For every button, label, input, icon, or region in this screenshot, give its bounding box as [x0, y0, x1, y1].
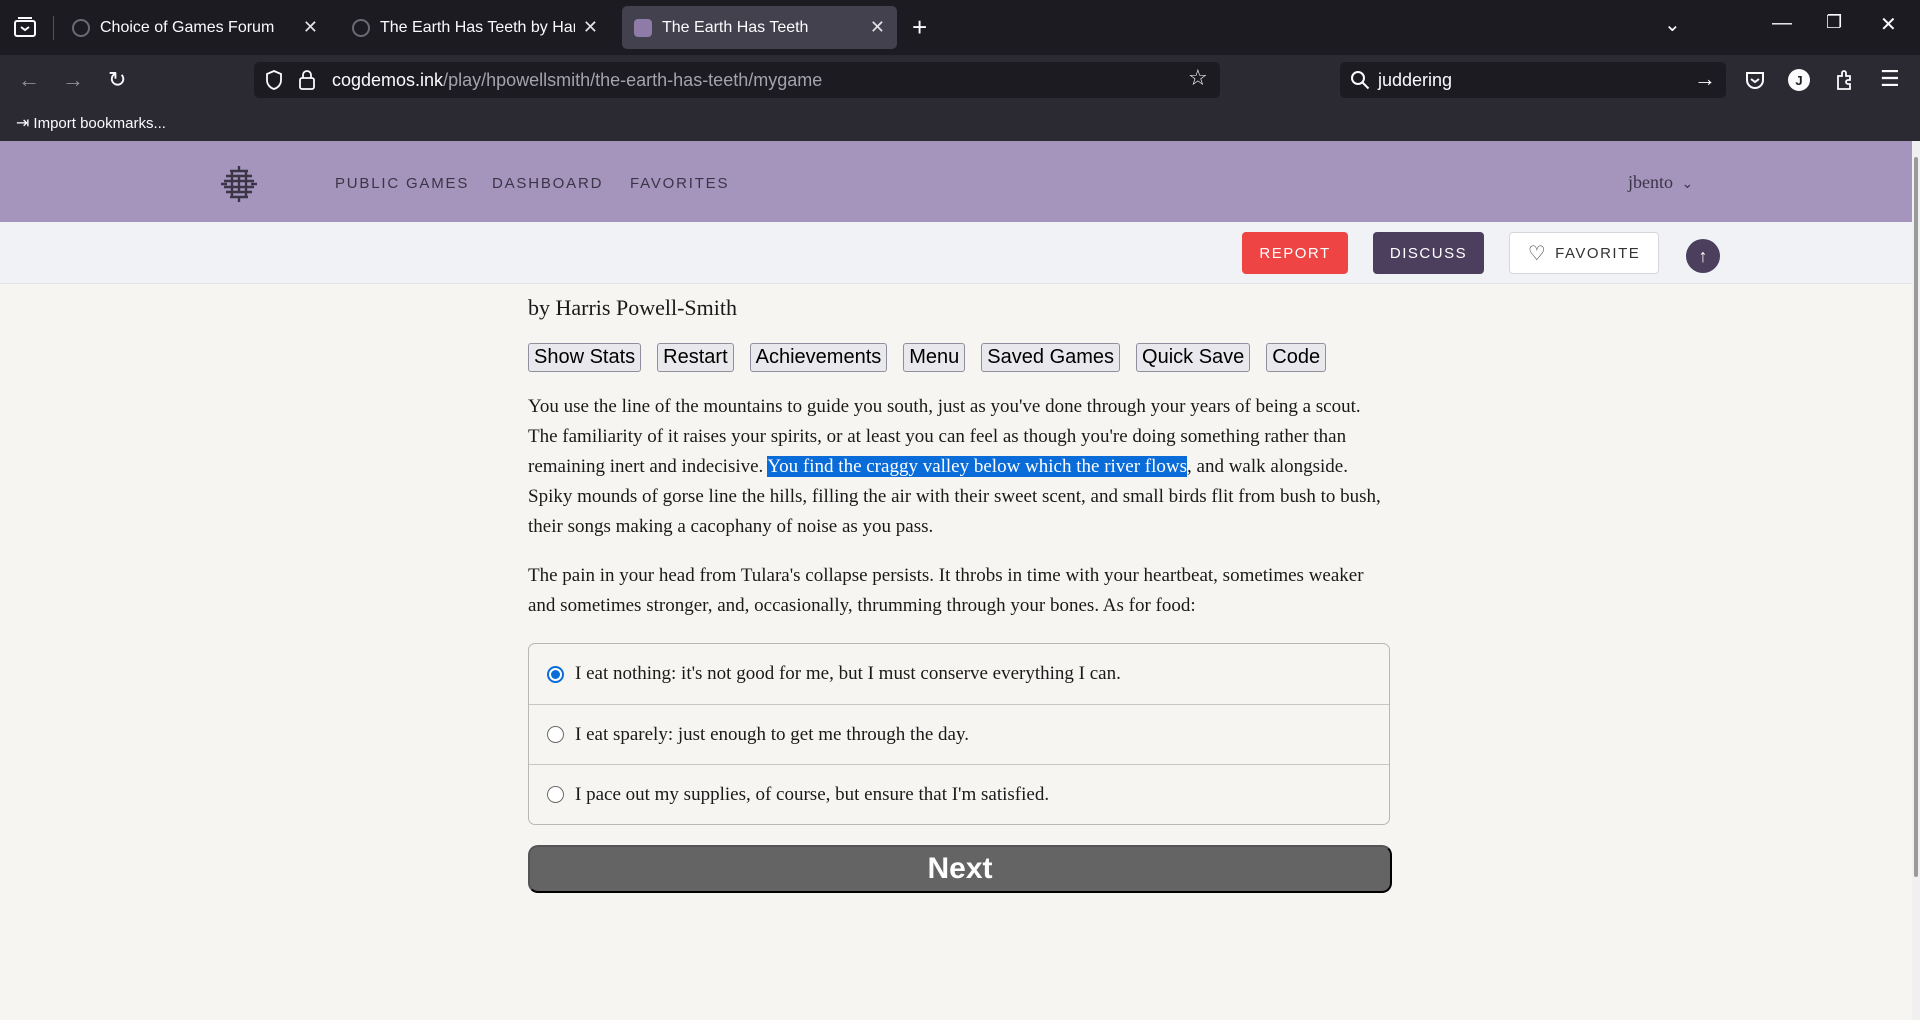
- tab-title: The Earth Has Teeth by Harris Powell-Smi…: [380, 18, 575, 36]
- arrow-up-icon: ↑: [1698, 245, 1708, 266]
- extensions-puzzle-icon[interactable]: [1834, 68, 1856, 92]
- choice-option-eat-nothing[interactable]: I eat nothing: it's not good for me, but…: [529, 644, 1389, 704]
- restart-button[interactable]: Restart: [657, 343, 734, 372]
- achievements-button[interactable]: Achievements: [749, 343, 888, 372]
- heart-icon: ♡: [1527, 242, 1548, 265]
- new-tab-icon[interactable]: +: [912, 12, 927, 43]
- close-tab-icon[interactable]: ✕: [583, 17, 598, 38]
- tab-title: Choice of Games Forum: [100, 18, 275, 36]
- pocket-icon[interactable]: [1744, 69, 1766, 91]
- tab-title: The Earth Has Teeth: [662, 18, 809, 36]
- tab-earth-has-teeth-game[interactable]: The Earth Has Teeth ✕: [622, 6, 897, 49]
- tab-choice-of-games-forum[interactable]: Choice of Games Forum ✕: [60, 6, 330, 49]
- hamburger-menu-icon[interactable]: ☰: [1880, 66, 1900, 92]
- chevron-down-icon[interactable]: ⌄: [1664, 12, 1681, 37]
- url-text: cogdemos.ink/play/hpowellsmith/the-earth…: [332, 69, 823, 90]
- chevron-down-icon: ⌄: [1681, 177, 1694, 192]
- account-avatar-icon[interactable]: J: [1788, 69, 1810, 91]
- forum-favicon-icon: [72, 18, 90, 37]
- nav-favorites[interactable]: FAVORITES: [630, 175, 729, 192]
- choice-list: I eat nothing: it's not good for me, but…: [528, 643, 1390, 825]
- quick-save-button[interactable]: Quick Save: [1136, 343, 1251, 372]
- game-toolbar: Show Stats Restart Achievements Menu Sav…: [528, 343, 1390, 372]
- url-bar[interactable]: cogdemos.ink/play/hpowellsmith/the-earth…: [254, 62, 1220, 98]
- choice-option-eat-sparely[interactable]: I eat sparely: just enough to get me thr…: [529, 704, 1389, 764]
- window-close-icon[interactable]: ✕: [1880, 12, 1897, 37]
- lock-icon[interactable]: [298, 69, 316, 91]
- shield-icon[interactable]: [264, 69, 284, 91]
- show-stats-button[interactable]: Show Stats: [528, 343, 642, 372]
- tab-bar: Choice of Games Forum ✕ The Earth Has Te…: [0, 0, 1920, 55]
- import-icon: ⇥: [16, 115, 30, 132]
- restore-icon[interactable]: ❐: [1826, 12, 1842, 33]
- author-byline: by Harris Powell-Smith: [528, 295, 737, 320]
- tab-earth-has-teeth-info[interactable]: The Earth Has Teeth by Harris Powell-Smi…: [340, 6, 610, 49]
- search-input[interactable]: juddering: [1378, 70, 1452, 91]
- close-tab-icon[interactable]: ✕: [303, 17, 318, 38]
- search-icon: [1351, 71, 1370, 90]
- report-button[interactable]: REPORT: [1242, 232, 1348, 274]
- choice-option-pace-supplies[interactable]: I pace out my supplies, of course, but e…: [529, 764, 1389, 824]
- code-button[interactable]: Code: [1266, 343, 1327, 372]
- back-arrow-icon[interactable]: ←: [18, 67, 40, 93]
- radio-button[interactable]: [547, 786, 564, 803]
- tab-list-icon[interactable]: [12, 14, 38, 40]
- forum-favicon-icon: [352, 18, 370, 37]
- import-bookmarks-link[interactable]: ⇥ Import bookmarks...: [16, 113, 166, 133]
- game-content: by Harris Powell-Smith Show Stats Restar…: [528, 295, 1392, 893]
- radio-button[interactable]: [547, 665, 564, 683]
- search-bar[interactable]: juddering →: [1340, 62, 1726, 98]
- cogdemos-favicon-icon: [634, 18, 652, 37]
- search-go-arrow-icon[interactable]: →: [1694, 66, 1716, 92]
- selected-text: You find the craggy valley below which t…: [767, 456, 1188, 477]
- tab-separator: [53, 16, 54, 40]
- forward-arrow-icon[interactable]: →: [62, 67, 84, 93]
- bookmark-star-icon[interactable]: ☆: [1188, 65, 1208, 91]
- favorite-label: FAVORITE: [1555, 244, 1641, 262]
- menu-button[interactable]: Menu: [903, 343, 966, 372]
- close-tab-icon[interactable]: ✕: [870, 17, 885, 38]
- site-header: PUBLIC GAMES DASHBOARD FAVORITES jbento …: [0, 141, 1920, 222]
- username: jbento: [1628, 172, 1673, 192]
- navigation-bar: ← → ↻ cogdemos.ink/play/hpowellsmith/the…: [0, 55, 1920, 105]
- scroll-to-top-button[interactable]: ↑: [1686, 239, 1720, 273]
- favorite-button[interactable]: ♡ FAVORITE: [1509, 232, 1659, 274]
- discuss-button[interactable]: DISCUSS: [1373, 232, 1484, 274]
- nav-public-games[interactable]: PUBLIC GAMES: [335, 175, 469, 192]
- minimize-icon[interactable]: —: [1772, 12, 1792, 35]
- cogdemos-logo-icon[interactable]: [218, 163, 260, 205]
- game-action-bar: REPORT DISCUSS ♡ FAVORITE ↑: [0, 222, 1920, 284]
- next-button[interactable]: Next: [528, 845, 1392, 893]
- choice-label: I eat sparely: just enough to get me thr…: [575, 723, 969, 745]
- choice-label: I eat nothing: it's not good for me, but…: [575, 663, 1121, 684]
- import-bookmarks-label: Import bookmarks...: [33, 115, 166, 132]
- reload-icon[interactable]: ↻: [108, 67, 126, 93]
- story-paragraph-2: The pain in your head from Tulara's coll…: [528, 565, 1364, 616]
- scrollbar-thumb[interactable]: [1914, 157, 1918, 877]
- radio-button[interactable]: [547, 726, 564, 743]
- nav-dashboard[interactable]: DASHBOARD: [492, 175, 603, 192]
- choice-label: I pace out my supplies, of course, but e…: [575, 783, 1050, 805]
- saved-games-button[interactable]: Saved Games: [981, 343, 1121, 372]
- story-paragraph-1: You use the line of the mountains to gui…: [528, 392, 1390, 542]
- bookmarks-bar: ⇥ Import bookmarks...: [0, 105, 1920, 141]
- user-menu[interactable]: jbento ⌄: [1628, 172, 1693, 193]
